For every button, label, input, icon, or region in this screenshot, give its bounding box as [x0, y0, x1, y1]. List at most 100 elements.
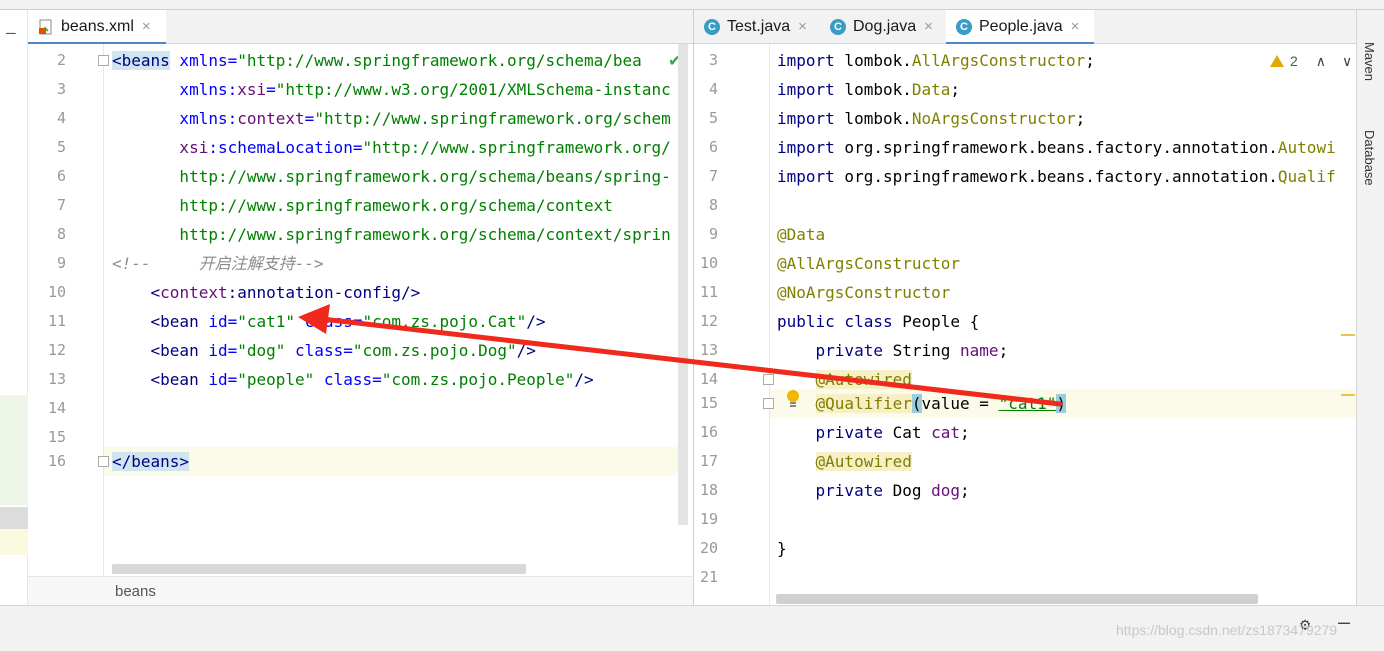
chevron-up-icon[interactable]: ∧: [1316, 53, 1326, 70]
line-number: 7: [708, 167, 718, 185]
code-text: private Cat cat;: [777, 423, 970, 442]
close-icon[interactable]: ×: [798, 19, 813, 35]
hide-icon[interactable]: —: [1338, 610, 1350, 634]
java-class-icon: C: [956, 19, 972, 35]
code-text: xsi:schemaLocation="http://www.springfra…: [112, 138, 671, 157]
minimize-icon[interactable]: —: [6, 23, 16, 42]
code-line: 6 import org.springframework.beans.facto…: [694, 133, 1356, 162]
code-text: http://www.springframework.org/schema/be…: [112, 167, 671, 186]
line-number: 6: [56, 167, 66, 185]
code-text: <bean id="cat1" class="com.zs.pojo.Cat"/…: [112, 312, 546, 331]
fold-icon[interactable]: [763, 374, 774, 385]
code-line: 19: [694, 505, 1356, 534]
line-number: 5: [708, 109, 718, 127]
code-text: import lombok.AllArgsConstructor;: [777, 51, 1095, 70]
close-icon[interactable]: ×: [142, 19, 157, 35]
code-text: public class People {: [777, 312, 980, 331]
line-number: 13: [699, 341, 718, 359]
code-line: 9 <!-- 开启注解支持-->: [28, 249, 693, 278]
xml-editor[interactable]: 2 <beans xmlns="http://www.springframewo…: [28, 44, 693, 605]
window-top-strip: [0, 0, 1384, 10]
code-line: 9 @Data: [694, 220, 1356, 249]
line-number: 10: [47, 283, 66, 301]
change-marker: [0, 529, 28, 555]
warning-marker[interactable]: [1341, 394, 1355, 396]
line-number: 11: [699, 283, 718, 301]
fold-icon[interactable]: [98, 456, 109, 467]
code-line: 4 xmlns:context="http://www.springframew…: [28, 104, 693, 133]
code-text: <beans xmlns="http://www.springframework…: [112, 51, 642, 70]
line-number: 3: [56, 80, 66, 98]
tool-window-maven[interactable]: Maven: [1362, 42, 1377, 81]
code-text: </beans>: [112, 452, 190, 471]
code-line: 6 http://www.springframework.org/schema/…: [28, 162, 693, 191]
code-line: 5 import lombok.NoArgsConstructor;: [694, 104, 1356, 133]
code-text: http://www.springframework.org/schema/co…: [112, 196, 613, 215]
breadcrumb[interactable]: beans: [28, 576, 693, 605]
code-line: 2 <beans xmlns="http://www.springframewo…: [28, 46, 693, 75]
code-comment: <!-- 开启注解支持-->: [112, 254, 324, 273]
code-text: @NoArgsConstructor: [777, 283, 951, 302]
fold-icon[interactable]: [98, 55, 109, 66]
warning-marker[interactable]: [1341, 334, 1355, 336]
tab-test-java[interactable]: C Test.java ×: [694, 10, 820, 44]
code-line: 10 @AllArgsConstructor: [694, 249, 1356, 278]
java-editor[interactable]: 3 import lombok.AllArgsConstructor; 4 im…: [694, 44, 1356, 605]
code-text: import org.springframework.beans.factory…: [777, 138, 1336, 157]
horizontal-scrollbar[interactable]: [112, 564, 526, 574]
line-number: 6: [708, 138, 718, 156]
change-marker: [0, 507, 28, 529]
code-text: <bean id="people" class="com.zs.pojo.Peo…: [112, 370, 594, 389]
line-number: 15: [699, 394, 718, 412]
tab-beans-xml[interactable]: beans.xml ×: [28, 10, 166, 45]
close-icon[interactable]: ×: [1071, 19, 1086, 35]
warning-count: 2: [1290, 53, 1298, 69]
code-line: 17 @Autowired: [694, 447, 1356, 476]
code-text: import org.springframework.beans.factory…: [777, 167, 1336, 186]
code-text: import lombok.NoArgsConstructor;: [777, 109, 1086, 128]
code-line: 13 private String name;: [694, 336, 1356, 365]
tab-people-java[interactable]: C People.java ×: [946, 10, 1094, 45]
code-text: @AllArgsConstructor: [777, 254, 961, 273]
code-text: xmlns:xsi="http://www.w3.org/2001/XMLSch…: [112, 80, 671, 99]
line-number: 13: [47, 370, 66, 388]
code-text: @Data: [777, 225, 826, 244]
change-marker: [0, 395, 28, 505]
close-icon[interactable]: ×: [924, 19, 939, 35]
inspection-widget[interactable]: 2 ∧ ∨: [1270, 52, 1352, 70]
line-number: 16: [47, 452, 66, 470]
tab-dog-java[interactable]: C Dog.java ×: [820, 10, 946, 44]
java-class-icon: C: [830, 19, 846, 35]
chevron-down-icon[interactable]: ∨: [1342, 53, 1352, 70]
code-line: 8: [694, 191, 1356, 220]
code-text: <context:annotation-config/>: [112, 283, 421, 302]
lightbulb-icon[interactable]: [786, 389, 800, 409]
xml-file-icon: [38, 19, 54, 35]
horizontal-scrollbar[interactable]: [776, 594, 1258, 604]
code-text: http://www.springframework.org/schema/co…: [112, 225, 671, 244]
line-number: 4: [708, 80, 718, 98]
line-number: 14: [47, 399, 66, 417]
code-text: import lombok.Data;: [777, 80, 961, 99]
code-line: 11 <bean id="cat1" class="com.zs.pojo.Ca…: [28, 307, 693, 336]
line-number: 19: [699, 510, 718, 528]
right-tool-strip: Maven Database: [1356, 10, 1384, 605]
line-number: 2: [56, 51, 66, 69]
tool-window-database[interactable]: Database: [1362, 130, 1377, 186]
code-line: 8 http://www.springframework.org/schema/…: [28, 220, 693, 249]
fold-icon[interactable]: [763, 398, 774, 409]
line-number: 3: [708, 51, 718, 69]
code-text: @Autowired: [815, 452, 912, 471]
line-number: 20: [699, 539, 718, 557]
vertical-scrollbar[interactable]: [678, 44, 688, 525]
line-number: 8: [56, 225, 66, 243]
code-line: 16 private Cat cat;: [694, 418, 1356, 447]
code-text: }: [777, 539, 787, 558]
code-line: 7 http://www.springframework.org/schema/…: [28, 191, 693, 220]
java-class-icon: C: [704, 19, 720, 35]
code-line: 10 <context:annotation-config/>: [28, 278, 693, 307]
code-text: private Dog dog;: [777, 481, 970, 500]
tab-label: Dog.java: [853, 18, 917, 35]
line-number: 11: [47, 312, 66, 330]
tab-label: Test.java: [727, 18, 791, 35]
